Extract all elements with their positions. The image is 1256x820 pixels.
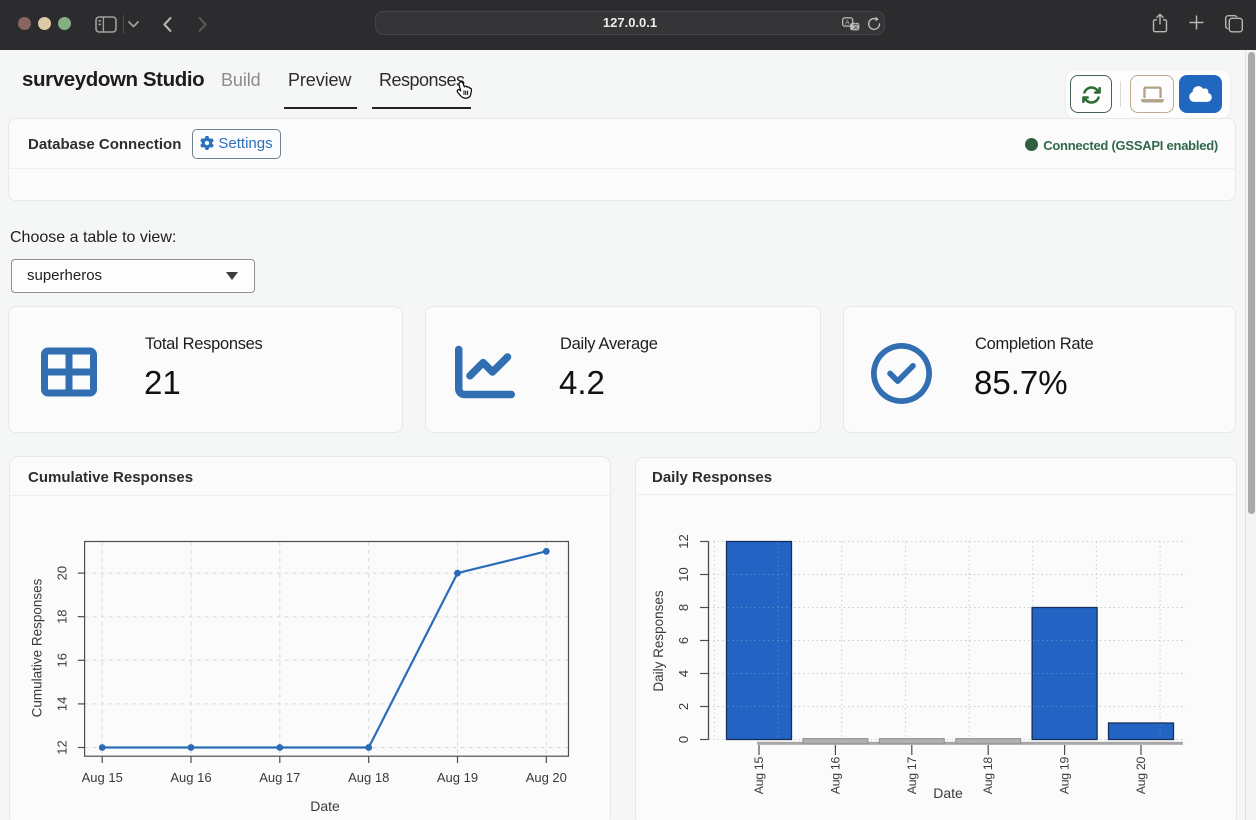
- svg-text:A: A: [845, 20, 850, 27]
- svg-text:文: 文: [853, 22, 860, 31]
